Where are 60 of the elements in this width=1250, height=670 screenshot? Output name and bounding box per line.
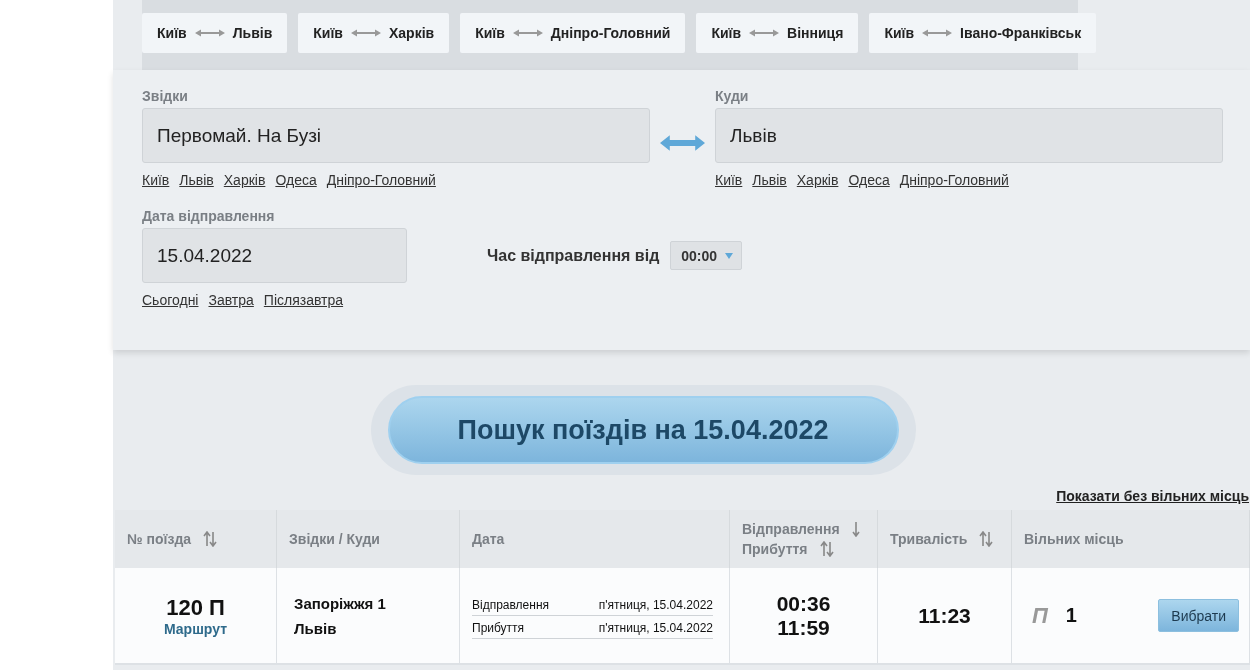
column-title: Дата xyxy=(472,531,505,547)
column-title: Звідки / Куди xyxy=(289,531,380,547)
date-label: Прибуття xyxy=(472,620,525,635)
dropdown-caret-icon xyxy=(725,252,734,259)
column-title: Вільних місць xyxy=(1024,531,1124,547)
station-link[interactable]: Львів xyxy=(752,172,787,188)
sort-down-icon[interactable] xyxy=(851,521,860,537)
time-select[interactable]: 00:00 xyxy=(670,241,743,270)
station-name: Львів xyxy=(294,618,337,639)
station-link[interactable]: Дніпро-Головний xyxy=(326,172,436,188)
date-link[interactable]: Післязавтра xyxy=(263,292,344,308)
column-title: Прибуття xyxy=(742,541,808,557)
column-title: Відправлення xyxy=(742,521,840,537)
sort-icon[interactable] xyxy=(979,531,994,547)
route-link[interactable]: Маршрут xyxy=(164,620,227,637)
swap-arrow-icon[interactable] xyxy=(660,134,705,152)
route-chip[interactable]: Київ Харків xyxy=(298,13,450,53)
choose-button[interactable]: Вибрати xyxy=(1158,599,1239,632)
field-label: Куди xyxy=(715,88,750,104)
date-link[interactable]: Сьогодні xyxy=(142,292,199,308)
station-link[interactable]: Одеса xyxy=(848,172,890,188)
two-way-arrow-icon xyxy=(350,29,381,37)
date-link[interactable]: Завтра xyxy=(208,292,254,308)
two-way-arrow-icon xyxy=(749,29,780,37)
date-value: п'ятниця, 15.04.2022 xyxy=(598,597,713,612)
arrival-time: 11:59 xyxy=(777,615,830,640)
two-way-arrow-icon xyxy=(194,29,225,37)
date-label: Відправлення xyxy=(472,597,550,612)
time-label: Час відправлення від xyxy=(487,246,660,265)
show-all-link[interactable]: Показати без вільних місць xyxy=(1056,488,1249,504)
station-link[interactable]: Львів xyxy=(179,172,214,188)
field-label: Звідки xyxy=(142,88,189,104)
station-link[interactable]: Дніпро-Головний xyxy=(899,172,1009,188)
search-button[interactable]: Пошук поїздів на 15.04.2022 xyxy=(387,396,899,464)
route-chip[interactable]: Київ Вінниця xyxy=(696,13,859,53)
station-link[interactable]: Київ xyxy=(142,172,170,188)
route-chip[interactable]: Київ Дніпро-Головний xyxy=(460,13,686,53)
station-input[interactable]: Львів xyxy=(715,108,1223,163)
sort-icon[interactable] xyxy=(819,541,834,557)
two-way-arrow-icon xyxy=(512,29,543,37)
sort-icon[interactable] xyxy=(203,531,218,547)
departure-time: 00:36 xyxy=(776,591,831,616)
field-label: Дата відправлення xyxy=(142,208,276,224)
route-chip[interactable]: Київ Львів xyxy=(142,13,288,53)
column-title: Тривалість xyxy=(890,531,968,547)
date-input[interactable]: 15.04.2022 xyxy=(142,228,407,283)
station-input[interactable]: Первомай. На Бузі xyxy=(142,108,650,163)
station-link[interactable]: Київ xyxy=(715,172,743,188)
station-link[interactable]: Харків xyxy=(796,172,839,188)
column-title: № поїзда xyxy=(127,531,192,547)
station-name: Запоріжжя 1 xyxy=(294,593,386,614)
two-way-arrow-icon xyxy=(922,29,953,37)
duration: 11:23 xyxy=(918,603,971,628)
seat-count: 1 xyxy=(1065,604,1077,627)
train-number: 120 П xyxy=(166,594,225,621)
route-chip[interactable]: Київ Івано-Франківськ xyxy=(869,13,1097,53)
station-link[interactable]: Одеса xyxy=(275,172,317,188)
seat-class: П xyxy=(1032,602,1048,629)
date-value: п'ятниця, 15.04.2022 xyxy=(598,620,713,635)
station-link[interactable]: Харків xyxy=(223,172,266,188)
